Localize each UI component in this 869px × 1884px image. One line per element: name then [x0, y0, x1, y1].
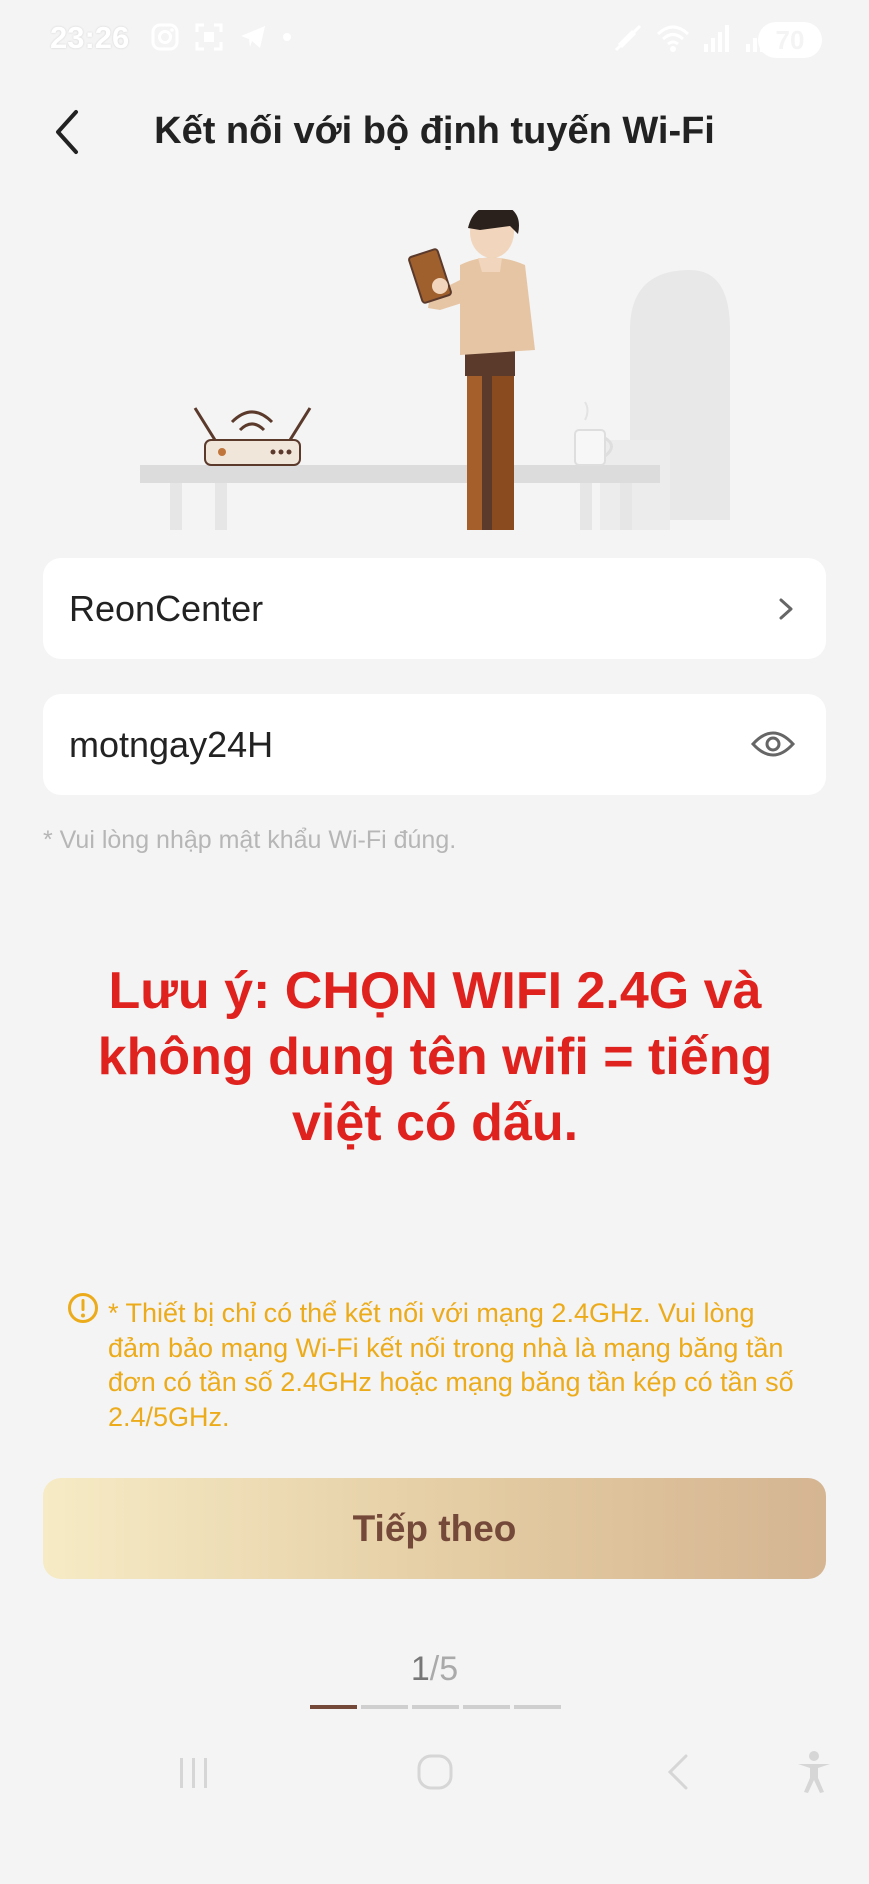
table-leg	[620, 483, 632, 530]
signal-icon	[704, 25, 729, 52]
recent-apps-icon[interactable]	[176, 1755, 212, 1791]
instagram-icon	[151, 23, 179, 51]
status-time: 23:26	[50, 20, 130, 55]
step-counter: 1/5	[0, 1650, 869, 1689]
table-leg	[215, 483, 227, 530]
mug-icon	[574, 401, 613, 466]
step-indicator	[463, 1705, 510, 1709]
battery-indicator: 70	[758, 22, 822, 58]
chair-seat	[600, 440, 670, 530]
notice-line: Lưu ý: CHỌN WIFI 2.4G và	[108, 962, 762, 1020]
wifi-network-name: ReonCenter	[69, 588, 264, 629]
wifi-password-value: motngay24H	[69, 724, 274, 765]
step-progress	[310, 1705, 561, 1709]
status-left-icons	[150, 22, 292, 52]
home-icon[interactable]	[415, 1752, 455, 1792]
status-bar: 23:26 70	[0, 0, 869, 80]
step-indicator	[361, 1705, 408, 1709]
next-button-label: Tiếp theo	[352, 1508, 517, 1549]
eye-icon[interactable]	[750, 726, 796, 762]
notice-line: không dung tên wifi = tiếng	[97, 1028, 773, 1086]
current-step: 1	[410, 1650, 430, 1688]
table-leg	[580, 483, 592, 530]
dot-icon	[283, 33, 291, 41]
step-indicator	[412, 1705, 459, 1709]
next-button[interactable]: Tiếp theo	[43, 1478, 826, 1579]
telegram-icon	[241, 26, 265, 48]
step-indicator	[310, 1705, 357, 1709]
notice-line: việt có dấu.	[291, 1094, 579, 1152]
wifi-password-field[interactable]: motngay24H	[43, 694, 826, 795]
router-setup-illustration	[140, 210, 730, 530]
page-title: Kết nối với bộ định tuyến Wi-Fi	[154, 110, 715, 152]
mute-icon	[614, 24, 642, 52]
back-icon[interactable]	[662, 1752, 694, 1792]
notice-text: Lưu ý: CHỌN WIFI 2.4G và không dung tên …	[60, 958, 810, 1156]
wifi-icon	[656, 25, 690, 52]
router-icon	[193, 407, 312, 466]
total-steps: /5	[429, 1650, 459, 1688]
status-right-icons	[612, 22, 774, 54]
chevron-right-icon	[779, 598, 793, 620]
table-top	[140, 465, 660, 483]
accessibility-icon[interactable]	[794, 1750, 834, 1794]
password-hint: * Vui lòng nhập mật khẩu Wi-Fi đúng.	[43, 826, 457, 854]
frequency-warning: * Thiết bị chỉ có thể kết nối với mạng 2…	[108, 1298, 794, 1432]
table-leg	[170, 483, 182, 530]
step-indicator	[514, 1705, 561, 1709]
scan-icon	[195, 23, 223, 51]
warning-circle-icon	[68, 1293, 98, 1323]
wifi-network-selector[interactable]: ReonCenter	[43, 558, 826, 659]
